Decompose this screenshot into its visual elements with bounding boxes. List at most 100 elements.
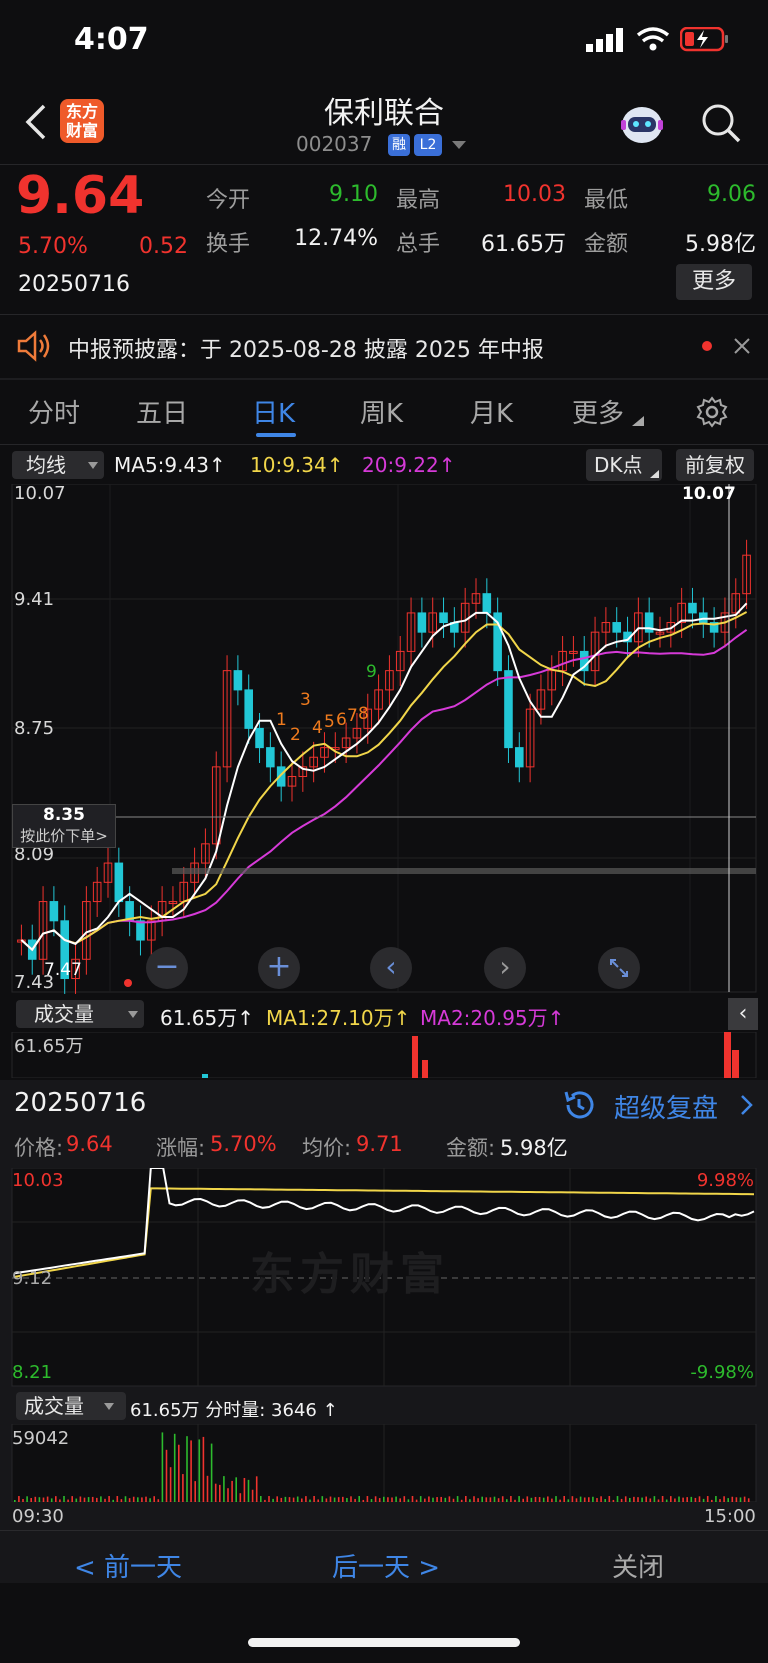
intraday-pct-high: 9.98% [696,1170,754,1191]
intraday-volume-bar [530,1497,533,1502]
intraday-volume-bar [46,1496,49,1502]
pan-left-button[interactable]: ‹ [370,947,412,989]
intraday-volume-bar [538,1497,541,1502]
fullscreen-button[interactable] [598,947,640,989]
intraday-volume-bar [157,1499,160,1502]
intraday-volume-bar [485,1497,488,1502]
intraday-volume-text: 61.65万 分时量: 3646 ↑ [130,1400,338,1421]
volume-indicator-select[interactable]: 成交量 [16,1000,144,1028]
pan-right-button[interactable]: › [484,947,526,989]
tab-monthly-k[interactable]: 月K [470,393,513,430]
intraday-volume-bar [182,1474,184,1502]
intraday-volume-bar [678,1496,680,1502]
intraday-volume-bar [723,1496,725,1502]
intraday-volume-bar [137,1497,139,1502]
intraday-volume-bar [588,1497,590,1502]
notice-text[interactable]: 中报预披露：于 2025-08-28 披露 2025 年中报 [68,332,544,364]
volume-current: 61.65万↑ [160,1006,255,1030]
dropdown-caret-icon[interactable] [452,141,466,150]
candle-body [233,670,243,691]
kline-chart[interactable] [0,484,768,994]
intraday-volume-bar [739,1497,742,1502]
next-day-button[interactable]: 后一天 > [332,1547,440,1584]
search-icon[interactable] [700,102,742,144]
intraday-volume-bar [100,1496,102,1502]
order-price: 8.35 [43,805,85,825]
candle-body [515,747,524,768]
intraday-volume-bar [473,1496,475,1502]
replay-amount: 5.98亿 [500,1136,568,1160]
replay-price-label: 价格: [14,1136,64,1160]
signal-2: 2 [290,725,301,745]
order-hint: 按此价下单> [20,827,108,845]
intraday-volume-bar [575,1498,578,1502]
tab-weekly-k[interactable]: 周K [360,393,403,430]
intraday-volume-bar [452,1498,455,1502]
ma20-value: 20:9.22↑ [362,453,456,477]
intraday-volume-bar [194,1481,196,1502]
intraday-volume-bar [370,1499,373,1502]
intraday-volume-select-label: 成交量 [24,1394,84,1418]
axis-label-0: 10.07 [14,483,66,504]
intraday-volume-bar [448,1496,451,1502]
settings-gear-icon[interactable] [696,396,728,428]
intraday-volume-bar [272,1498,274,1502]
l2-tag: L2 [414,134,442,156]
tab-five-day[interactable]: 五日 [136,393,188,430]
close-button[interactable]: 关闭 [612,1547,664,1584]
replay-pct: 5.70% [210,1132,277,1156]
intraday-volume-bar [346,1497,348,1502]
chevron-right-icon[interactable] [740,1094,754,1116]
volume-label: 总手 [396,232,441,257]
intraday-volume-bar [387,1497,389,1502]
intraday-volume-bar [280,1497,283,1502]
intraday-volume-bar [362,1499,365,1502]
candle-body [417,612,427,633]
tab-more[interactable]: 更多 [572,393,624,430]
signal-8: 8 [358,704,369,724]
candle-body [266,747,275,768]
intraday-volume-bar [510,1496,512,1502]
intraday-volume-bar [173,1433,176,1502]
close-notice-icon[interactable] [734,338,750,354]
adjust-button[interactable]: 前复权 [676,449,754,481]
tab-intraday[interactable]: 分时 [28,393,80,430]
tab-daily-k[interactable]: 日K [252,393,295,430]
intraday-volume-bar [415,1499,418,1502]
intraday-volume-axis: 59042 [12,1428,70,1449]
signal-4: 4 [312,718,323,738]
intraday-volume-bar [325,1498,328,1502]
intraday-volume-bar [501,1496,504,1502]
active-tab-indicator [256,433,296,437]
amount-label: 金额 [584,232,629,257]
prev-day-button[interactable]: < 前一天 [74,1547,182,1584]
collapse-panel-button[interactable]: ‹ [728,998,758,1030]
super-replay-link[interactable]: 超级复盘 [614,1088,718,1125]
low-label: 最低 [584,188,629,213]
volume-value: 61.65万 [481,232,566,257]
dk-caret-icon [650,470,659,478]
candle-body [482,593,492,614]
intraday-volume-bar [153,1496,155,1502]
high-label: 最高 [396,188,441,213]
zoom-out-button[interactable]: − [146,947,188,989]
intraday-volume-bar [202,1436,205,1502]
intraday-volume-bar [633,1496,635,1502]
zoom-in-button[interactable]: + [258,947,300,989]
intraday-volume-bar [600,1496,602,1502]
intraday-volume-bar [165,1449,168,1502]
intraday-volume-bar [661,1496,664,1502]
intraday-volume-bar [91,1496,94,1502]
intraday-volume-bar [38,1497,41,1502]
indicator-caret-icon [88,462,98,469]
intraday-volume-bar [292,1497,295,1502]
intraday-volume-bar [120,1499,123,1502]
intraday-volume-bar [96,1497,98,1502]
more-button[interactable]: 更多 [676,264,752,300]
intraday-volume-bar [641,1497,643,1502]
intraday-volume-bar [489,1497,492,1502]
candle-body [688,602,697,614]
order-price-box[interactable]: 8.35 按此价下单> [12,804,116,848]
intraday-volume-bar [231,1480,233,1502]
robot-assistant-icon[interactable] [618,100,666,146]
